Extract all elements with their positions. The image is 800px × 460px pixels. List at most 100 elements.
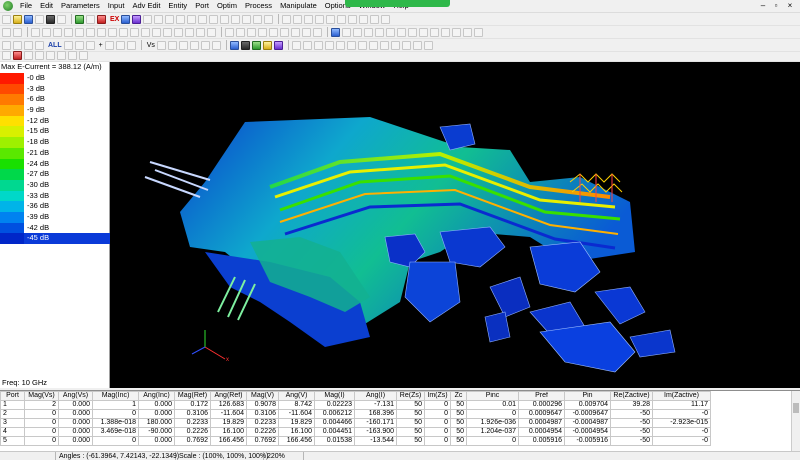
offset-icon[interactable] (258, 27, 267, 37)
table-row[interactable]: 5 0 0.000 0 0.000 0.7692 166.456 0.7692 166.456 0… (0, 436, 711, 446)
column-header[interactable]: Pin (564, 391, 611, 401)
globe-icon[interactable] (331, 27, 340, 37)
menu-file[interactable]: File (16, 0, 36, 12)
ungroup-icon[interactable] (313, 27, 322, 37)
save-view-icon[interactable] (2, 51, 11, 60)
move-icon[interactable] (231, 14, 241, 24)
circle-icon[interactable] (359, 14, 369, 24)
box-icon[interactable] (386, 27, 395, 37)
taper-icon[interactable] (108, 27, 117, 37)
sphere-icon[interactable] (419, 27, 428, 37)
mirror-icon[interactable] (242, 14, 252, 24)
lighting-icon[interactable] (379, 40, 389, 50)
ellipse-icon[interactable] (42, 27, 51, 37)
group-icon[interactable] (302, 27, 311, 37)
arc-icon[interactable] (348, 14, 358, 24)
column-header[interactable]: Mag(I) (314, 391, 355, 401)
undo-icon[interactable] (282, 14, 292, 24)
select-icon[interactable] (187, 14, 197, 24)
legend-level-row[interactable]: -39 dB (0, 211, 110, 223)
view-front-icon[interactable] (24, 51, 33, 60)
new-file-icon[interactable] (2, 14, 11, 24)
wireframe-icon[interactable] (167, 40, 177, 50)
fullscreen-icon[interactable] (412, 40, 422, 50)
rotate-icon[interactable] (176, 14, 186, 24)
text-icon[interactable] (381, 14, 391, 24)
record-icon[interactable] (13, 51, 22, 60)
column-header[interactable]: Mag(Ref) (174, 391, 211, 401)
zoom-in-icon[interactable] (24, 40, 33, 50)
menu-input[interactable]: Input (104, 0, 129, 12)
table-scrollbar[interactable] (791, 391, 800, 451)
export-image-icon[interactable] (401, 40, 411, 50)
distribute-icon[interactable] (174, 27, 183, 37)
torus-icon[interactable] (430, 27, 439, 37)
polyline-icon[interactable] (64, 27, 73, 37)
legend-icon[interactable] (68, 51, 77, 60)
field-display-icon[interactable] (240, 40, 250, 50)
save-icon[interactable] (24, 14, 33, 24)
zoom-fit-icon[interactable] (304, 14, 314, 24)
zoom-previous-icon[interactable] (63, 40, 73, 50)
scale-icon[interactable] (79, 51, 88, 60)
close-icon[interactable]: × (785, 1, 795, 11)
legend-level-row[interactable]: -9 dB (0, 105, 110, 116)
hole-icon[interactable] (152, 27, 161, 37)
arrow-down-icon[interactable] (126, 40, 136, 50)
menu-optim[interactable]: Optim (213, 0, 241, 12)
open-folder-icon[interactable] (13, 14, 22, 24)
color-map-icon[interactable] (262, 40, 272, 50)
grid-icon[interactable] (143, 14, 153, 24)
legend-level-row[interactable]: -12 dB (0, 115, 110, 127)
camera-icon[interactable] (390, 40, 400, 50)
view-iso-icon[interactable] (46, 51, 55, 60)
table-row[interactable]: 3 0 0.000 1.388e-018 180.000 0.2233 19.829 0.22… (0, 418, 711, 428)
legend-level-row[interactable]: -6 dB (0, 94, 110, 106)
flip-icon[interactable] (196, 27, 205, 37)
legend-level-row[interactable]: -30 dB (0, 179, 110, 191)
arrow-up-icon[interactable] (115, 40, 125, 50)
column-header[interactable]: Pref (518, 391, 565, 401)
pointer-icon[interactable] (165, 14, 175, 24)
redo-edit-icon[interactable] (13, 27, 22, 37)
zoom-out-icon[interactable] (35, 40, 44, 50)
menu-port[interactable]: Port (191, 0, 213, 12)
line-icon[interactable] (53, 27, 62, 37)
cylinder-icon[interactable] (397, 27, 406, 37)
legend-level-row[interactable]: -33 dB (0, 190, 110, 202)
port-edit-icon[interactable] (236, 27, 245, 37)
fillet-icon[interactable] (280, 27, 289, 37)
bend-icon[interactable] (119, 27, 128, 37)
scrollbar-thumb[interactable] (793, 403, 799, 413)
show-icon[interactable] (346, 40, 356, 50)
restore-icon[interactable]: ▫ (771, 1, 781, 11)
table-row[interactable]: 1 2 0.000 1 0.000 0.172 126.683 0.9078 8.742 0.02… (0, 400, 711, 410)
loft-icon[interactable] (474, 27, 483, 37)
legend-level-row[interactable]: -42 dB (0, 222, 110, 234)
mesh-icon[interactable] (121, 14, 131, 24)
menu-process[interactable]: Process (241, 0, 276, 12)
legend-level-row[interactable]: -27 dB (0, 169, 110, 180)
delete-icon[interactable] (198, 14, 208, 24)
legend-level-row[interactable]: -15 dB (0, 126, 110, 138)
column-header[interactable]: Re(Zs) (396, 391, 425, 401)
probe-field-icon[interactable] (313, 40, 323, 50)
column-header[interactable]: Im(Zs) (424, 391, 451, 401)
polygon-icon[interactable] (370, 14, 380, 24)
zoom-window-icon[interactable] (315, 14, 325, 24)
view-3d-icon[interactable] (156, 40, 166, 50)
column-header[interactable]: Zc (450, 391, 467, 401)
array-icon[interactable] (291, 27, 300, 37)
rectangle-icon[interactable] (31, 27, 40, 37)
isolate-icon[interactable] (357, 40, 367, 50)
revolve-icon[interactable] (452, 27, 461, 37)
column-header[interactable]: Mag(V) (246, 391, 279, 401)
all-button[interactable]: ALL (48, 42, 62, 49)
cut-icon[interactable] (57, 14, 66, 24)
trace-icon[interactable] (97, 27, 106, 37)
column-header[interactable]: Ang(Vs) (58, 391, 93, 401)
arrow-right-icon[interactable] (104, 40, 114, 50)
cube-icon[interactable] (375, 27, 384, 37)
port-add-icon[interactable] (225, 27, 234, 37)
column-header[interactable]: Ang(V) (278, 391, 315, 401)
